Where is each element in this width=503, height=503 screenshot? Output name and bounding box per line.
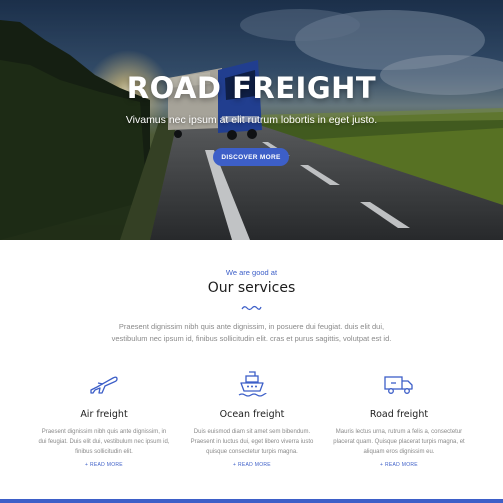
read-more-link[interactable]: + READ MORE [172,462,332,468]
section-intro: Praesent dignissim nibh quis ante dignis… [111,322,392,343]
read-more-link[interactable]: + READ MORE [319,462,479,468]
hero-subtitle: Vivamus nec ipsum at elit rutrum loborti… [125,114,378,126]
discover-more-button[interactable]: DISCOVER MORE [213,148,289,166]
service-name: Road freight [369,409,429,420]
service-description: Duis euismod diam sit amet sem bibendum.… [190,429,314,455]
ship-icon [172,370,332,400]
hero-title: ROAD FREIGHT [126,71,377,105]
service-card-air-freight: Air freight Praesent dignissim nibh quis… [24,370,184,468]
section-eyebrow: We are good at [225,268,278,277]
service-name: Air freight [80,409,128,420]
service-description: Mauris lectus urna, rutrum a felis a, co… [333,429,465,455]
section-title: Our services [207,280,296,296]
airplane-icon [24,370,184,400]
truck-icon [319,370,479,400]
wave-divider-icon [241,305,262,311]
service-card-ocean-freight: Ocean freight Duis euismod diam sit amet… [172,370,332,468]
bottom-accent-line [0,499,503,503]
service-card-road-freight: Road freight Mauris lectus urna, rutrum … [319,370,479,468]
read-more-link[interactable]: + READ MORE [24,462,184,468]
service-description: Praesent dignissim nibh quis ante dignis… [38,429,170,455]
hero-banner: ROAD FREIGHT Vivamus nec ipsum at elit r… [0,0,503,240]
service-name: Ocean freight [219,409,285,420]
